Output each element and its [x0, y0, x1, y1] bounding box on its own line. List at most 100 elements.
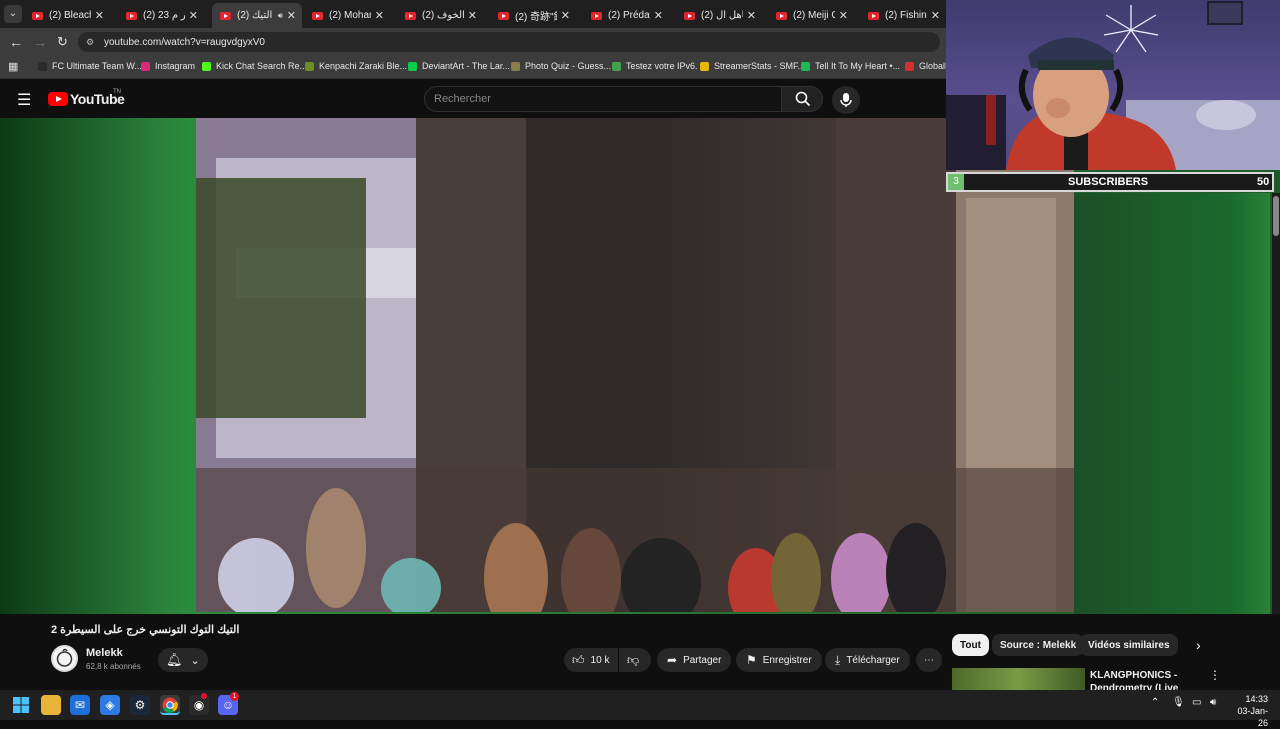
youtube-favicon-icon: [32, 11, 43, 20]
search-icon: [795, 91, 811, 107]
outlook-icon[interactable]: ✉: [70, 695, 90, 715]
chevron-down-icon: ⌄: [190, 654, 200, 667]
filter-chip[interactable]: Tout: [952, 634, 989, 656]
youtube-favicon-icon: [220, 11, 231, 20]
voice-search-button[interactable]: [832, 86, 860, 114]
more-actions-button[interactable]: ⋯: [916, 648, 942, 672]
filter-chip[interactable]: Source : Melekk: [992, 634, 1085, 656]
file-explorer-icon[interactable]: [41, 695, 61, 715]
reload-button[interactable]: ↻: [57, 34, 68, 50]
browser-tab[interactable]: (2) Bleach C ✕: [24, 3, 110, 28]
tab-title: (2) Prédateu: [608, 10, 650, 21]
bookmark-item[interactable]: Testez votre IPv6.: [612, 61, 698, 71]
search-button[interactable]: [781, 86, 823, 112]
tab-title: (2) 奇跡"釣り: [515, 12, 557, 23]
tab-audio-icon[interactable]: 🔊︎: [278, 11, 283, 21]
close-tab-icon[interactable]: ✕: [931, 9, 940, 22]
windows-start-icon[interactable]: [11, 695, 31, 715]
network-icon[interactable]: ▭: [1192, 697, 1201, 708]
related-video-thumbnail[interactable]: [952, 668, 1085, 690]
menu-icon[interactable]: ☰: [17, 90, 31, 110]
bookmark-icon: ⚑: [746, 653, 757, 667]
bookmark-label: Instagram: [155, 61, 196, 71]
bookmark-label: Photo Quiz - Guess...: [525, 61, 612, 71]
close-tab-icon[interactable]: ✕: [561, 9, 570, 22]
bookmark-item[interactable]: StreamerStats - SMF...: [700, 61, 805, 71]
youtube-favicon-icon: [498, 11, 509, 20]
dislike-button[interactable]: 👎︎: [619, 648, 651, 672]
tab-title: (2) 23 خبر م: [143, 10, 185, 21]
close-tab-icon[interactable]: ✕: [747, 9, 756, 22]
bookmark-label: DeviantArt - The Lar...: [422, 61, 510, 71]
share-icon: ➦: [667, 653, 678, 667]
site-info-icon[interactable]: ⚙: [86, 37, 94, 48]
tab-title: (2) Meiji Gel: [793, 10, 835, 21]
apps-grid-icon[interactable]: ▦: [8, 60, 18, 73]
notification-dot: [201, 693, 207, 699]
browser-tab[interactable]: (2) 奇跡"釣り ✕: [490, 3, 576, 28]
browser-tab[interactable]: (2) بين الخوف ✕: [397, 3, 483, 28]
bookmark-item[interactable]: Instagram: [141, 61, 195, 71]
browser-tab[interactable]: (2) تستاهل ال ✕: [676, 3, 762, 28]
youtube-logo-icon[interactable]: [48, 92, 68, 106]
close-tab-icon[interactable]: ✕: [287, 9, 296, 22]
webcam-overlay: [946, 0, 1280, 170]
bookmark-favicon-icon: [801, 61, 810, 71]
close-tab-icon[interactable]: ✕: [375, 9, 384, 22]
share-label: Partager: [683, 654, 722, 666]
clock[interactable]: 14:33 03-Jan-26: [1232, 693, 1268, 729]
close-tab-icon[interactable]: ✕: [654, 9, 663, 22]
back-button[interactable]: ←: [9, 34, 23, 50]
youtube-favicon-icon: [126, 11, 137, 20]
thumbs-up-icon: 👍︎: [572, 652, 585, 667]
tab-title: (2) Bleach C: [49, 10, 91, 21]
channel-name[interactable]: Melekk: [86, 647, 123, 659]
close-tab-icon[interactable]: ✕: [95, 9, 104, 22]
browser-tab[interactable]: (2) 23 خبر م ✕: [118, 3, 204, 28]
bookmark-item[interactable]: Photo Quiz - Guess...: [511, 61, 611, 71]
discord-badge: 1: [230, 692, 239, 701]
chrome-icon[interactable]: [160, 695, 180, 715]
store-icon[interactable]: ◈: [100, 695, 120, 715]
like-button[interactable]: 👍︎ 10 k: [564, 648, 618, 672]
video-player[interactable]: [196, 118, 1074, 612]
tray-chevron-icon[interactable]: ⌃: [1151, 697, 1159, 708]
browser-tab[interactable]: (2) Fishing R ✕: [860, 3, 946, 28]
more-icon: ⋯: [924, 654, 934, 666]
bookmark-item[interactable]: GlobalN: [905, 61, 952, 71]
volume-icon[interactable]: 🔊︎: [1210, 697, 1216, 708]
browser-tab[interactable]: (2) Mohame ✕: [304, 3, 390, 28]
microphone-tray-icon[interactable]: 🎙︎: [1172, 697, 1185, 708]
green-screen-right: [1074, 193, 1270, 614]
close-tab-icon[interactable]: ✕: [839, 9, 848, 22]
bookmark-item[interactable]: Tell It To My Heart •...: [801, 61, 900, 71]
channel-avatar[interactable]: [51, 645, 78, 672]
close-tab-icon[interactable]: ✕: [468, 9, 477, 22]
filter-chip[interactable]: Vidéos similaires: [1080, 634, 1178, 656]
bookmark-item[interactable]: Kenpachi Zaraki Ble...: [305, 61, 407, 71]
notification-bell-button[interactable]: 🔔︎ ⌄: [158, 648, 208, 672]
share-button[interactable]: ➦ Partager: [657, 648, 732, 672]
scrollbar-track[interactable]: [1272, 193, 1280, 614]
close-tab-icon[interactable]: ✕: [189, 9, 198, 22]
forward-button[interactable]: →: [33, 34, 47, 50]
browser-tab[interactable]: (2) Meiji Gel ✕: [768, 3, 854, 28]
thumbs-down-icon: 👎︎: [627, 652, 640, 667]
tab-search-button[interactable]: ⌄: [4, 5, 22, 23]
tab-title: (2) التيك: [237, 10, 273, 21]
bookmark-item[interactable]: FC Ultimate Team W...: [38, 61, 142, 71]
bookmark-item[interactable]: Kick Chat Search Re...: [202, 61, 307, 71]
save-button[interactable]: ⚑ Enregistrer: [736, 648, 822, 672]
related-more-icon[interactable]: ⋮: [1209, 668, 1221, 682]
bookmark-favicon-icon: [408, 61, 417, 71]
youtube-favicon-icon: [684, 11, 695, 20]
download-button[interactable]: ⤓ Télécharger: [825, 648, 910, 672]
youtube-favicon-icon: [312, 11, 323, 20]
scrollbar-thumb[interactable]: [1273, 196, 1279, 236]
related-video-title[interactable]: KLANGPHONICS - Dendrometry (Live: [1090, 669, 1200, 690]
chips-next-icon[interactable]: ›: [1196, 637, 1201, 653]
bookmark-item[interactable]: DeviantArt - The Lar...: [408, 61, 510, 71]
steam-icon[interactable]: ⚙: [130, 695, 150, 715]
browser-tab[interactable]: (2) التيك 🔊︎ ✕: [212, 3, 302, 28]
browser-tab[interactable]: (2) Prédateu ✕: [583, 3, 669, 28]
